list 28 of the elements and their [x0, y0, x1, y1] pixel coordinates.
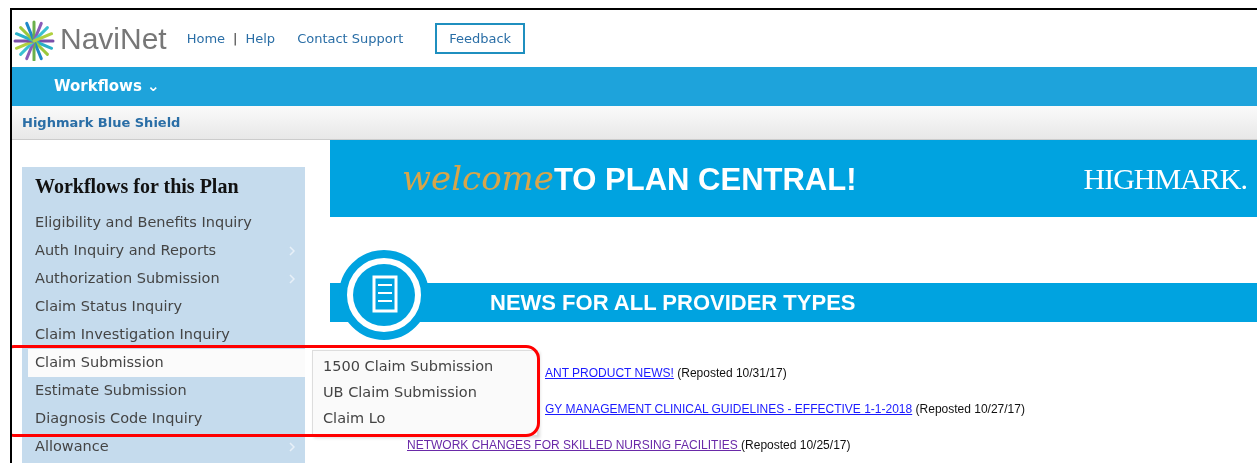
feedback-button[interactable]: Feedback [435, 22, 526, 55]
sidebar-item[interactable]: Claim Status Inquiry [22, 293, 305, 321]
news-link[interactable]: NETWORK CHANGES FOR SKILLED NURSING FACILITIES [407, 438, 742, 452]
news-link[interactable]: ANT PRODUCT NEWS! [545, 366, 674, 380]
sidebar-title: Workflows for this Plan [34, 174, 240, 199]
sidebar-item[interactable]: Claim Submission [28, 349, 305, 377]
banner-headline: TO PLAN CENTRAL! [554, 161, 857, 199]
submenu-item[interactable]: 1500 Claim Submission [313, 354, 537, 380]
sidebar-item[interactable]: Eligibility and Benefits Inquiry [22, 209, 305, 237]
brand-logo: HIGHMARK. [1083, 161, 1247, 197]
logo-text: NaviNet [60, 21, 167, 57]
news-heading: NEWS FOR ALL PROVIDER TYPES [490, 289, 856, 317]
news-link[interactable]: GY MANAGEMENT CLINICAL GUIDELINES - EFFECTIVE 1-1-2018 [545, 402, 913, 416]
link-separator: | [233, 29, 238, 48]
welcome-script: welcome [402, 157, 554, 200]
header-link[interactable]: Contact Support [297, 28, 404, 49]
sidebar-item[interactable]: Authorization Submission [22, 265, 305, 293]
plan-title: Highmark Blue Shield [22, 113, 181, 132]
sidebar-item[interactable]: Diagnosis Code Inquiry [22, 405, 305, 433]
sidebar-item[interactable]: Claim Investigation Inquiry [22, 321, 305, 349]
sidebar-item[interactable]: Allowance [22, 433, 305, 461]
header-link[interactable]: Help [245, 28, 276, 49]
submenu-item[interactable]: UB Claim Submission [313, 380, 537, 406]
header-link[interactable]: Home [186, 28, 226, 49]
news-item: NETWORK CHANGES FOR SKILLED NURSING FACILITIES (Reposted 10/25/17) [406, 437, 852, 454]
sidebar-item[interactable]: Estimate Submission [22, 377, 305, 405]
sidebar-item[interactable]: Auth Inquiry and Reports [22, 237, 305, 265]
submenu-item[interactable]: Claim Lo [313, 406, 537, 432]
